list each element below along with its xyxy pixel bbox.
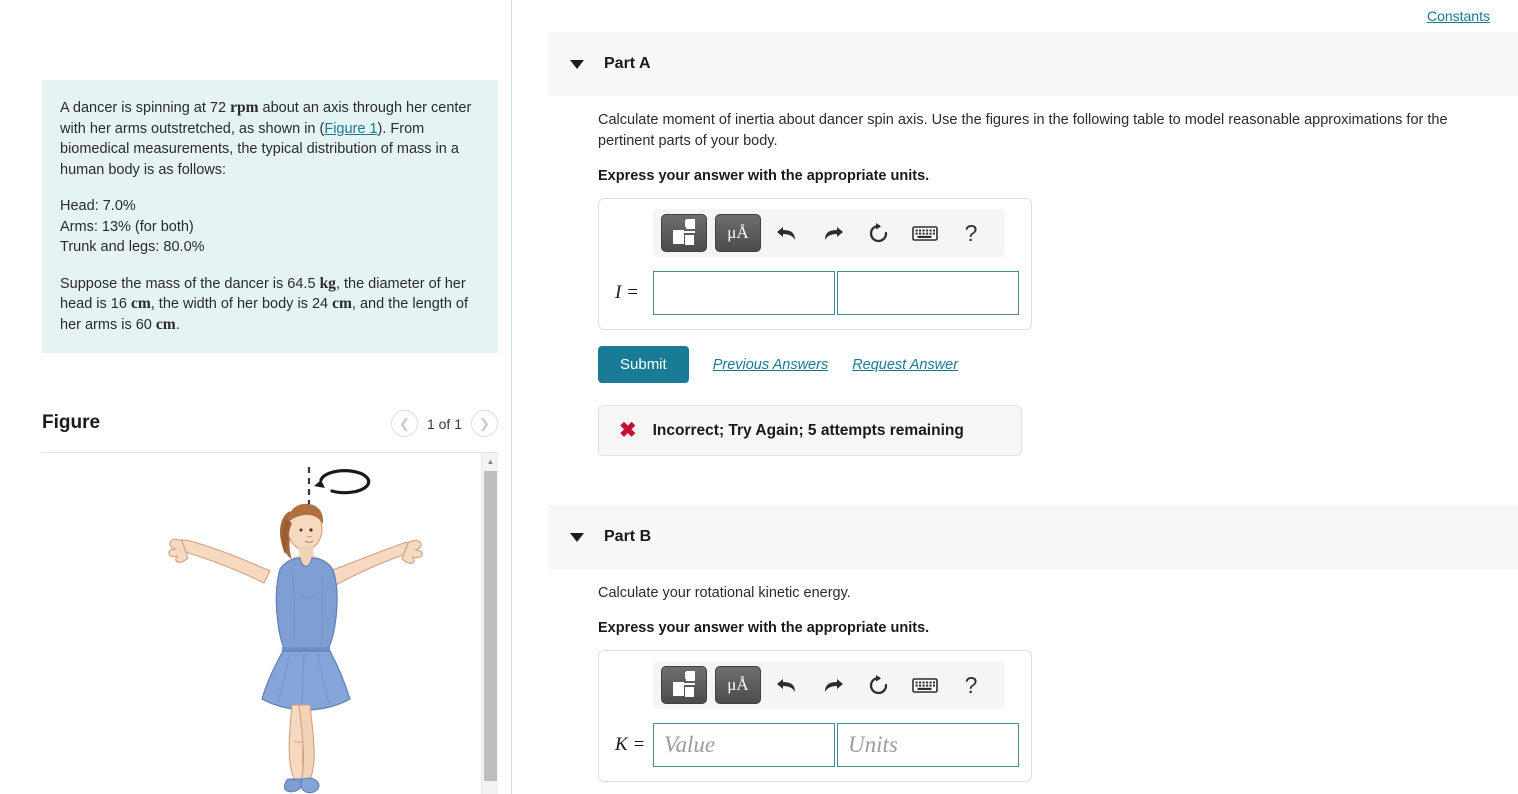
mastering-physics-problem-page: A dancer is spinning at 72 rpm about an … <box>0 0 1518 794</box>
figure-navigation: ❮ 1 of 1 ❯ <box>390 410 498 437</box>
left-problem-panel: A dancer is spinning at 72 rpm about an … <box>0 0 512 794</box>
part-a-value-input[interactable] <box>653 271 835 315</box>
part-b-answer-label: K = <box>615 734 646 755</box>
part-b-toolbar: μÅ ? <box>653 661 1005 709</box>
unit-kg: kg <box>319 274 336 292</box>
reset-button[interactable] <box>859 668 899 702</box>
question-mark-icon: ? <box>964 219 978 246</box>
chevron-right-icon: ❯ <box>479 415 490 431</box>
right-answer-panel: Constants Part A Calculate moment of ine… <box>513 0 1518 794</box>
micro-angstrom-icon: μÅ <box>727 675 749 694</box>
part-a-body: Calculate moment of inertia about dancer… <box>598 110 1518 456</box>
math-template-button[interactable] <box>661 666 707 704</box>
part-a-request-answer-link[interactable]: Request Answer <box>852 357 958 373</box>
undo-button[interactable] <box>767 216 807 250</box>
units-button[interactable]: μÅ <box>715 666 761 704</box>
problem-text-3c: , the width of her body is 24 <box>150 296 333 312</box>
part-a-header[interactable]: Part A <box>548 32 1518 96</box>
help-button[interactable]: ? <box>951 216 991 250</box>
dancer-illustration <box>42 453 481 794</box>
units-button[interactable]: μÅ <box>715 214 761 252</box>
unit-cm-body: cm <box>332 295 352 312</box>
micro-angstrom-icon: μÅ <box>727 223 749 242</box>
problem-paragraph-3: Suppose the mass of the dancer is 64.5 k… <box>60 274 480 336</box>
part-b-units-input[interactable] <box>837 723 1019 767</box>
figure-next-button[interactable]: ❯ <box>471 410 498 437</box>
unit-cm-arms: cm <box>155 315 176 333</box>
part-b-title: Part B <box>604 528 652 545</box>
dist-arms: Arms: 13% (for both) <box>60 218 194 235</box>
part-b-instruction: Express your answer with the appropriate… <box>598 620 930 636</box>
part-a-prompt: Calculate moment of inertia about dancer… <box>598 112 1448 149</box>
figure-title: Figure <box>42 412 101 433</box>
part-a-instruction: Express your answer with the appropriate… <box>598 168 930 184</box>
part-b-header[interactable]: Part B <box>548 505 1518 569</box>
keyboard-button[interactable] <box>905 668 945 702</box>
figure-scrollbar[interactable]: ▲ <box>481 453 498 794</box>
problem-text-3e: . <box>175 316 180 333</box>
scrollbar-thumb[interactable] <box>484 471 497 781</box>
mass-distribution-list: Head: 7.0% Arms: 13% (for both) Trunk an… <box>60 196 480 258</box>
part-a-input-row: I = <box>611 271 1019 315</box>
part-b-body: Calculate your rotational kinetic energy… <box>598 583 1518 782</box>
figure-1-link[interactable]: Figure 1 <box>324 121 377 137</box>
undo-icon <box>777 679 795 692</box>
reset-icon <box>869 675 888 695</box>
part-a-answer-widget: μÅ ? I = <box>598 198 1032 330</box>
part-b-input-row: K = <box>611 723 1019 767</box>
problem-statement-box: A dancer is spinning at 72 rpm about an … <box>42 80 498 353</box>
math-template-icon <box>673 219 695 247</box>
figure-header: Figure ❮ 1 of 1 ❯ <box>42 408 498 452</box>
part-a-previous-answers-link[interactable]: Previous Answers <box>713 357 829 373</box>
part-b-prompt: Calculate your rotational kinetic energy… <box>598 585 851 601</box>
part-a-toolbar: μÅ ? <box>653 209 1005 257</box>
part-a-answer-label: I = <box>615 282 639 303</box>
constants-row: Constants <box>1427 8 1490 26</box>
feedback-text: Incorrect; Try Again; 5 attempts remaini… <box>652 421 964 439</box>
problem-text-1a: A dancer is spinning at 72 <box>60 100 231 116</box>
redo-button[interactable] <box>813 668 853 702</box>
figure-viewport: ▲ <box>42 453 498 794</box>
redo-icon <box>825 679 843 692</box>
question-mark-icon: ? <box>964 671 978 698</box>
math-template-icon <box>673 671 695 699</box>
part-b-answer-widget: μÅ ? K = <box>598 650 1032 782</box>
undo-icon <box>777 227 795 240</box>
reset-icon <box>869 223 888 243</box>
constants-link[interactable]: Constants <box>1427 8 1490 24</box>
part-a-units-input[interactable] <box>837 271 1019 315</box>
math-template-button[interactable] <box>661 214 707 252</box>
problem-text-3a: Suppose the mass of the dancer is 64.5 <box>60 275 320 292</box>
part-a-title: Part A <box>604 55 651 72</box>
redo-icon <box>825 227 843 240</box>
figure-prev-button[interactable]: ❮ <box>390 410 418 437</box>
reset-button[interactable] <box>859 216 899 250</box>
scroll-up-icon[interactable]: ▲ <box>482 453 498 470</box>
keyboard-icon <box>912 225 938 241</box>
unit-cm-head: cm <box>130 295 151 312</box>
keyboard-button[interactable] <box>905 216 945 250</box>
caret-down-icon[interactable] <box>570 59 584 69</box>
part-a-submit-button[interactable]: Submit <box>598 346 689 383</box>
keyboard-icon <box>912 677 938 693</box>
unit-rpm: rpm <box>230 99 259 116</box>
part-a-actions: Submit Previous Answers Request Answer <box>598 346 1518 383</box>
problem-paragraph-1: A dancer is spinning at 72 rpm about an … <box>60 98 480 180</box>
dist-head: Head: 7.0% <box>60 198 136 214</box>
help-button[interactable]: ? <box>951 668 991 702</box>
dist-trunk-legs: Trunk and legs: 80.0% <box>60 239 205 255</box>
chevron-left-icon: ❮ <box>399 415 410 431</box>
caret-down-icon[interactable] <box>570 532 584 542</box>
part-b-value-input[interactable] <box>653 723 835 767</box>
part-a-feedback-message: ✖ Incorrect; Try Again; 5 attempts remai… <box>598 405 1022 456</box>
figure-counter: 1 of 1 <box>426 415 462 432</box>
redo-button[interactable] <box>813 216 853 250</box>
error-x-icon: ✖ <box>619 419 637 442</box>
undo-button[interactable] <box>767 668 807 702</box>
